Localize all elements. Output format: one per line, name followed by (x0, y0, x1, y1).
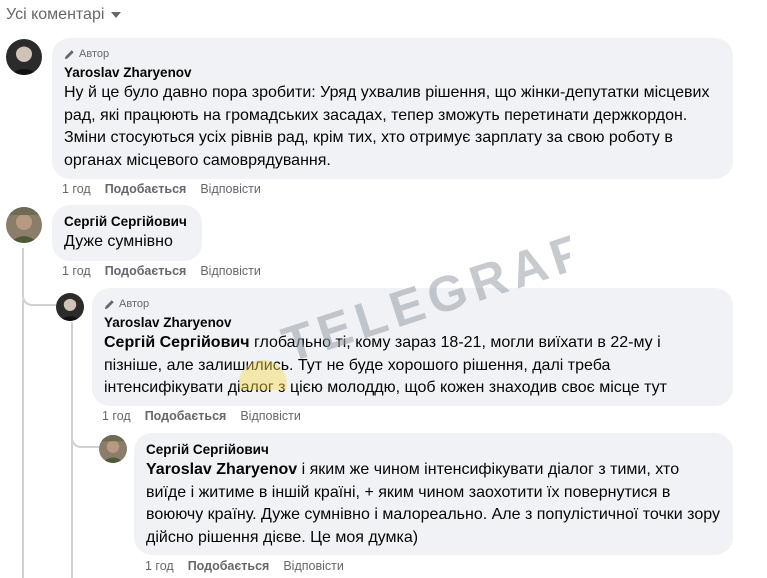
thread-line (71, 322, 73, 422)
author-badge-label: Автор (79, 48, 110, 60)
avatar[interactable] (56, 293, 84, 321)
chevron-down-icon (111, 12, 122, 18)
avatar[interactable] (99, 435, 127, 463)
comment-author[interactable]: Сергій Сергійович (146, 441, 721, 459)
comment-author[interactable]: Сергій Сергійович (64, 213, 190, 231)
reply-button[interactable]: Відповісти (283, 559, 344, 573)
thread-connector (22, 270, 56, 306)
pencil-icon (104, 299, 114, 309)
mention-link[interactable]: Yaroslav Zharyenov (146, 461, 297, 478)
avatar[interactable] (6, 39, 42, 75)
comments-filter[interactable]: Усі коментарі (6, 4, 122, 26)
comment-author[interactable]: Yaroslav Zharyenov (104, 314, 721, 332)
thread-line (71, 440, 73, 578)
comment-time[interactable]: 1 год (62, 182, 91, 196)
comment-bubble: Автор Yaroslav Zharyenov Ну й це було да… (52, 38, 733, 179)
comment-text: Дуже сумнівно (64, 233, 173, 250)
comment-text: Сергій Сергійович глобально ті, кому зар… (104, 332, 721, 400)
comment-actions: 1 год Подобається Відповісти (62, 182, 261, 196)
like-button[interactable]: Подобається (105, 182, 187, 196)
comment-author[interactable]: Yaroslav Zharyenov (64, 64, 721, 82)
comment-bubble: Сергій Сергійович Yaroslav Zharyenov і я… (134, 433, 733, 555)
reply-button[interactable]: Відповісти (200, 264, 261, 278)
comment-bubble: Сергій Сергійович Дуже сумнівно (52, 205, 202, 261)
comments-filter-label: Усі коментарі (6, 6, 105, 23)
comment-time[interactable]: 1 год (145, 559, 174, 573)
comment-actions: 1 год Подобається Відповісти (145, 559, 344, 573)
mention-link[interactable]: Сергій Сергійович (104, 334, 250, 351)
comment-text: Yaroslav Zharyenov і яким же чином інтен… (146, 459, 721, 549)
thread-line (22, 300, 24, 578)
author-badge-label: Автор (119, 298, 150, 310)
comment-bubble: Автор Yaroslav Zharyenov Сергій Сергійов… (92, 288, 733, 406)
comment-text: Ну й це було давно пора зробити: Уряд ух… (64, 84, 710, 169)
comment-time[interactable]: 1 год (102, 409, 131, 423)
reply-button[interactable]: Відповісти (240, 409, 301, 423)
avatar[interactable] (6, 207, 42, 243)
like-button[interactable]: Подобається (188, 559, 270, 573)
like-button[interactable]: Подобається (145, 409, 227, 423)
comment-actions: 1 год Подобається Відповісти (102, 409, 301, 423)
comment-actions: 1 год Подобається Відповісти (62, 264, 261, 278)
like-button[interactable]: Подобається (105, 264, 187, 278)
pencil-icon (64, 49, 74, 59)
author-badge: Автор (64, 46, 721, 62)
author-badge: Автор (104, 296, 721, 312)
reply-button[interactable]: Відповісти (200, 182, 261, 196)
comment-time[interactable]: 1 год (62, 264, 91, 278)
thread-connector (71, 410, 99, 448)
